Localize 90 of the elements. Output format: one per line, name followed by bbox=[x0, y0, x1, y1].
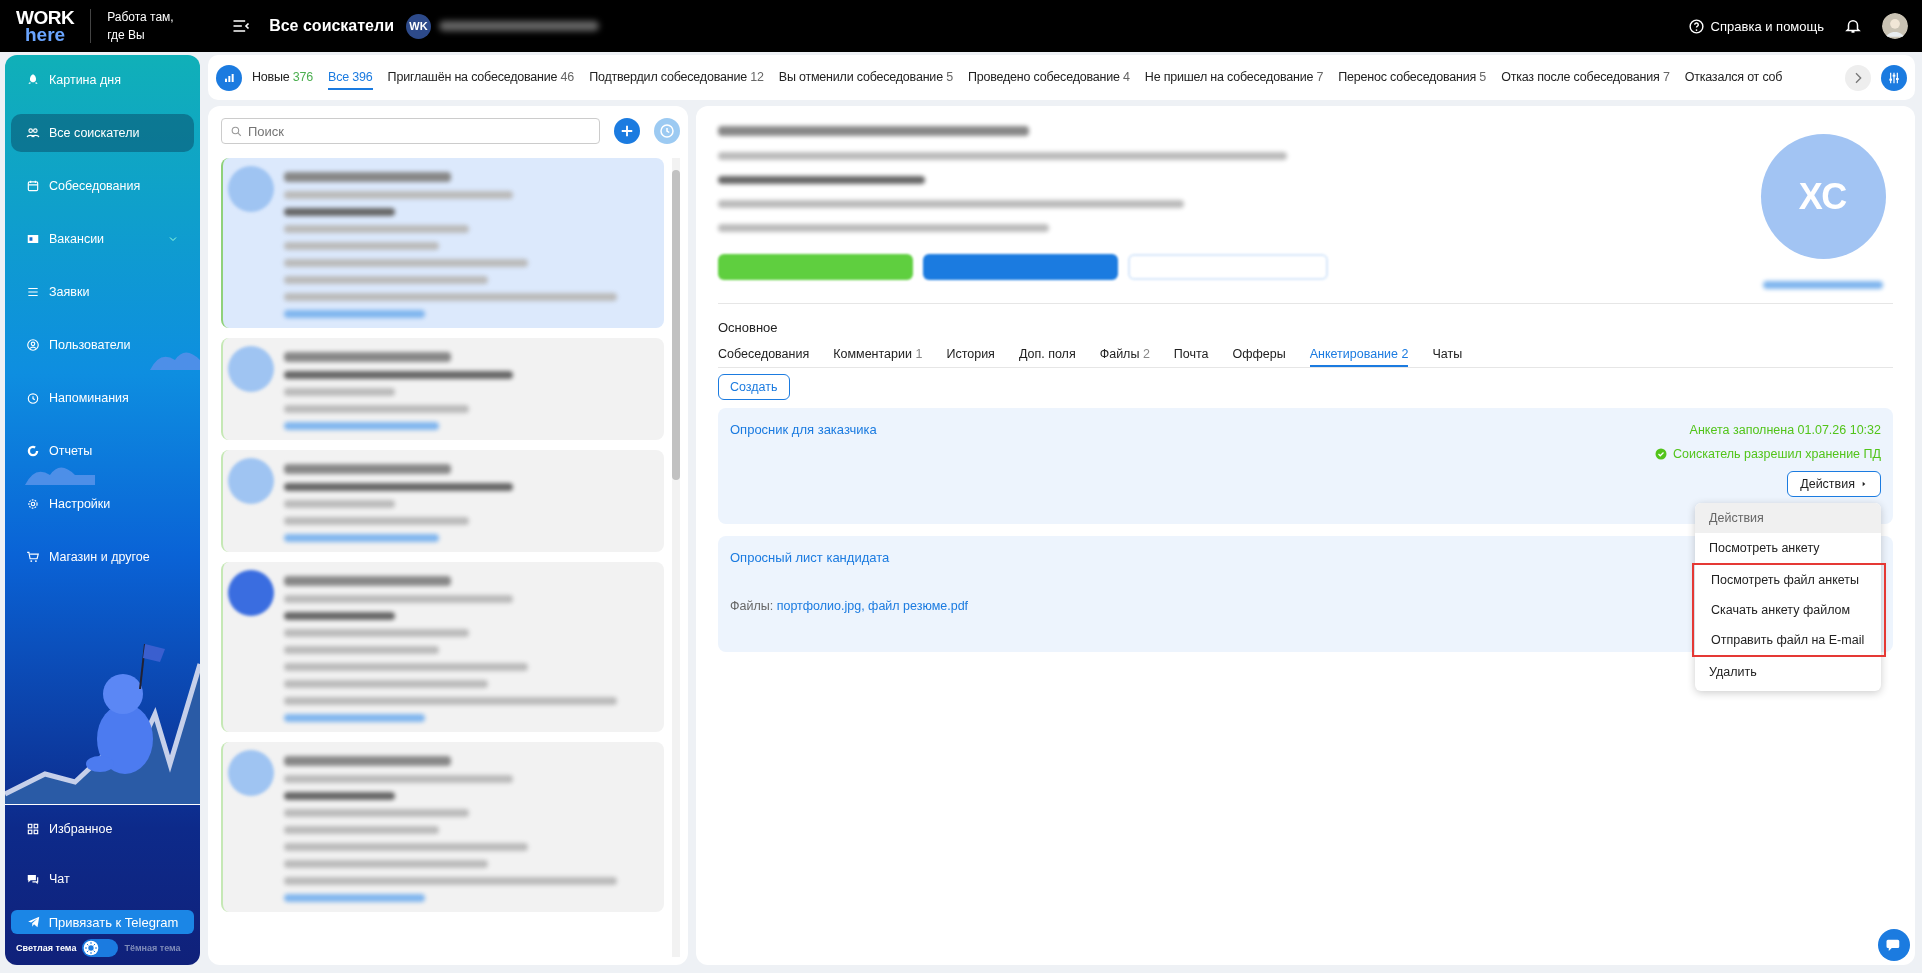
status-tab[interactable]: Приглашён на собеседование 46 bbox=[387, 65, 575, 90]
profile-tab[interactable]: Доп. поля bbox=[1018, 343, 1076, 367]
history-icon bbox=[658, 122, 676, 140]
menu-item[interactable]: Скачать анкету файлом bbox=[1697, 595, 1881, 625]
sidebar-item[interactable]: Отчеты bbox=[11, 432, 194, 470]
status-tab[interactable]: Проведено собеседование 4 bbox=[967, 65, 1130, 90]
company-badge[interactable]: WK bbox=[406, 13, 431, 39]
help-link[interactable]: Справка и помощь bbox=[1687, 17, 1824, 35]
calendar-icon bbox=[26, 179, 40, 193]
history-button[interactable] bbox=[654, 118, 680, 144]
profile-tab[interactable]: Анкетирование 2 bbox=[1309, 343, 1409, 367]
logo: WORK here bbox=[16, 9, 92, 43]
avatar-circle bbox=[228, 458, 274, 504]
menu-item[interactable]: Посмотреть анкету bbox=[1695, 533, 1881, 563]
filter-settings-button[interactable] bbox=[1881, 64, 1907, 91]
candidate-card[interactable] bbox=[221, 562, 664, 732]
profile-tab[interactable]: Офферы bbox=[1232, 343, 1286, 367]
profile-tab[interactable]: Комментарии 1 bbox=[833, 343, 923, 367]
candidate-card[interactable] bbox=[221, 338, 664, 440]
status-tab[interactable]: Не пришел на собеседование 7 bbox=[1144, 65, 1324, 90]
donut-chart-icon bbox=[26, 444, 40, 458]
file-link[interactable]: портфолио.jpg, файл резюме.pdf bbox=[776, 599, 969, 613]
light-theme-label: Светлая тема bbox=[16, 943, 77, 953]
menu-item[interactable]: Отправить файл на E-mail bbox=[1697, 625, 1881, 655]
clock-icon bbox=[26, 391, 40, 405]
user-icon bbox=[26, 338, 40, 352]
chat-icon bbox=[26, 872, 40, 886]
filled-status: Анкета заполнена 01.07.26 10:32 bbox=[1689, 422, 1881, 437]
files-label: Файлы: bbox=[730, 599, 774, 613]
person-silhouette-icon bbox=[1882, 13, 1908, 39]
sidebar-item[interactable]: Напоминания bbox=[11, 379, 194, 417]
avatar-circle bbox=[228, 166, 274, 212]
create-button[interactable]: Создать bbox=[718, 374, 790, 400]
avatar-circle bbox=[228, 750, 274, 796]
profile-tab[interactable]: Собеседования bbox=[718, 343, 810, 367]
status-tab[interactable]: Все 396 bbox=[328, 65, 373, 90]
dark-theme-label: Тёмная тема bbox=[124, 943, 181, 953]
telegram-button[interactable]: Привязать к Telegram bbox=[11, 910, 194, 934]
status-tab[interactable]: Новые 376 bbox=[252, 65, 314, 90]
page-title: Все соискатели bbox=[269, 17, 394, 35]
status-tab[interactable]: Отказ после собеседования 7 bbox=[1501, 65, 1670, 90]
profile-tab[interactable]: Почта bbox=[1173, 343, 1209, 367]
blurred-button[interactable] bbox=[923, 254, 1118, 280]
caret-right-icon bbox=[1860, 480, 1868, 488]
bell-icon bbox=[1844, 17, 1862, 35]
actions-button[interactable]: Действия bbox=[1787, 471, 1881, 497]
sun-icon bbox=[83, 940, 100, 956]
candidate-card[interactable] bbox=[221, 742, 664, 912]
sidebar-item[interactable]: Все соискатели bbox=[11, 114, 194, 152]
sidebar-item[interactable]: Настройки bbox=[11, 485, 194, 523]
section-title: Основное bbox=[718, 320, 779, 335]
status-tab[interactable]: Вы отменили собеседование 5 bbox=[778, 65, 953, 90]
status-tab[interactable]: Подтвердил собеседование 12 bbox=[589, 65, 764, 90]
cart-icon bbox=[26, 550, 40, 564]
check-circle-icon bbox=[1655, 448, 1667, 460]
profile-tab[interactable]: Чаты bbox=[1432, 343, 1463, 367]
paper-plane-icon bbox=[26, 915, 41, 929]
candidate-card[interactable] bbox=[221, 158, 664, 328]
status-tab[interactable]: Перенос собеседования 5 bbox=[1338, 65, 1487, 90]
help-label: Справка и помощь bbox=[1710, 18, 1824, 34]
search-field[interactable]: Поиск bbox=[221, 118, 600, 144]
card-icon bbox=[26, 232, 40, 246]
help-icon bbox=[1687, 17, 1705, 35]
status-tab[interactable]: Отказался от соб bbox=[1684, 65, 1783, 90]
menu-item[interactable]: Удалить bbox=[1695, 657, 1881, 687]
theme-toggle[interactable] bbox=[82, 939, 119, 957]
user-avatar[interactable] bbox=[1882, 13, 1908, 39]
scrollbar[interactable] bbox=[672, 158, 680, 957]
settings-icon bbox=[26, 497, 40, 511]
questionnaire-link[interactable]: Опросный лист кандидата bbox=[730, 550, 890, 565]
avatar-circle: ХС bbox=[1760, 134, 1886, 259]
people-icon bbox=[26, 126, 40, 140]
profile-tab[interactable]: Файлы 2 bbox=[1099, 343, 1150, 367]
sidebar-item[interactable]: Магазин и другое bbox=[11, 538, 194, 576]
profile-tab[interactable]: История bbox=[946, 343, 995, 367]
list-icon bbox=[26, 285, 40, 299]
sidebar-item[interactable]: Избранное bbox=[11, 810, 194, 848]
grid-icon bbox=[26, 822, 40, 836]
statistics-button[interactable] bbox=[216, 64, 242, 91]
scroll-right-button[interactable] bbox=[1845, 64, 1871, 91]
menu-header: Действия bbox=[1695, 503, 1881, 533]
avatar-circle bbox=[228, 346, 274, 392]
consent-status: Соискатель разрешил хранение ПД bbox=[1673, 447, 1881, 461]
sidebar-item[interactable]: Чат bbox=[11, 860, 194, 898]
slogan-text: Работа там, где Вы bbox=[107, 9, 175, 44]
add-candidate-button[interactable] bbox=[614, 118, 640, 144]
candidate-card[interactable] bbox=[221, 450, 664, 552]
questionnaire-link[interactable]: Опросник для заказчика bbox=[730, 422, 877, 437]
menu-item[interactable]: Посмотреть файл анкеты bbox=[1697, 565, 1881, 595]
rocket-icon bbox=[26, 73, 40, 87]
